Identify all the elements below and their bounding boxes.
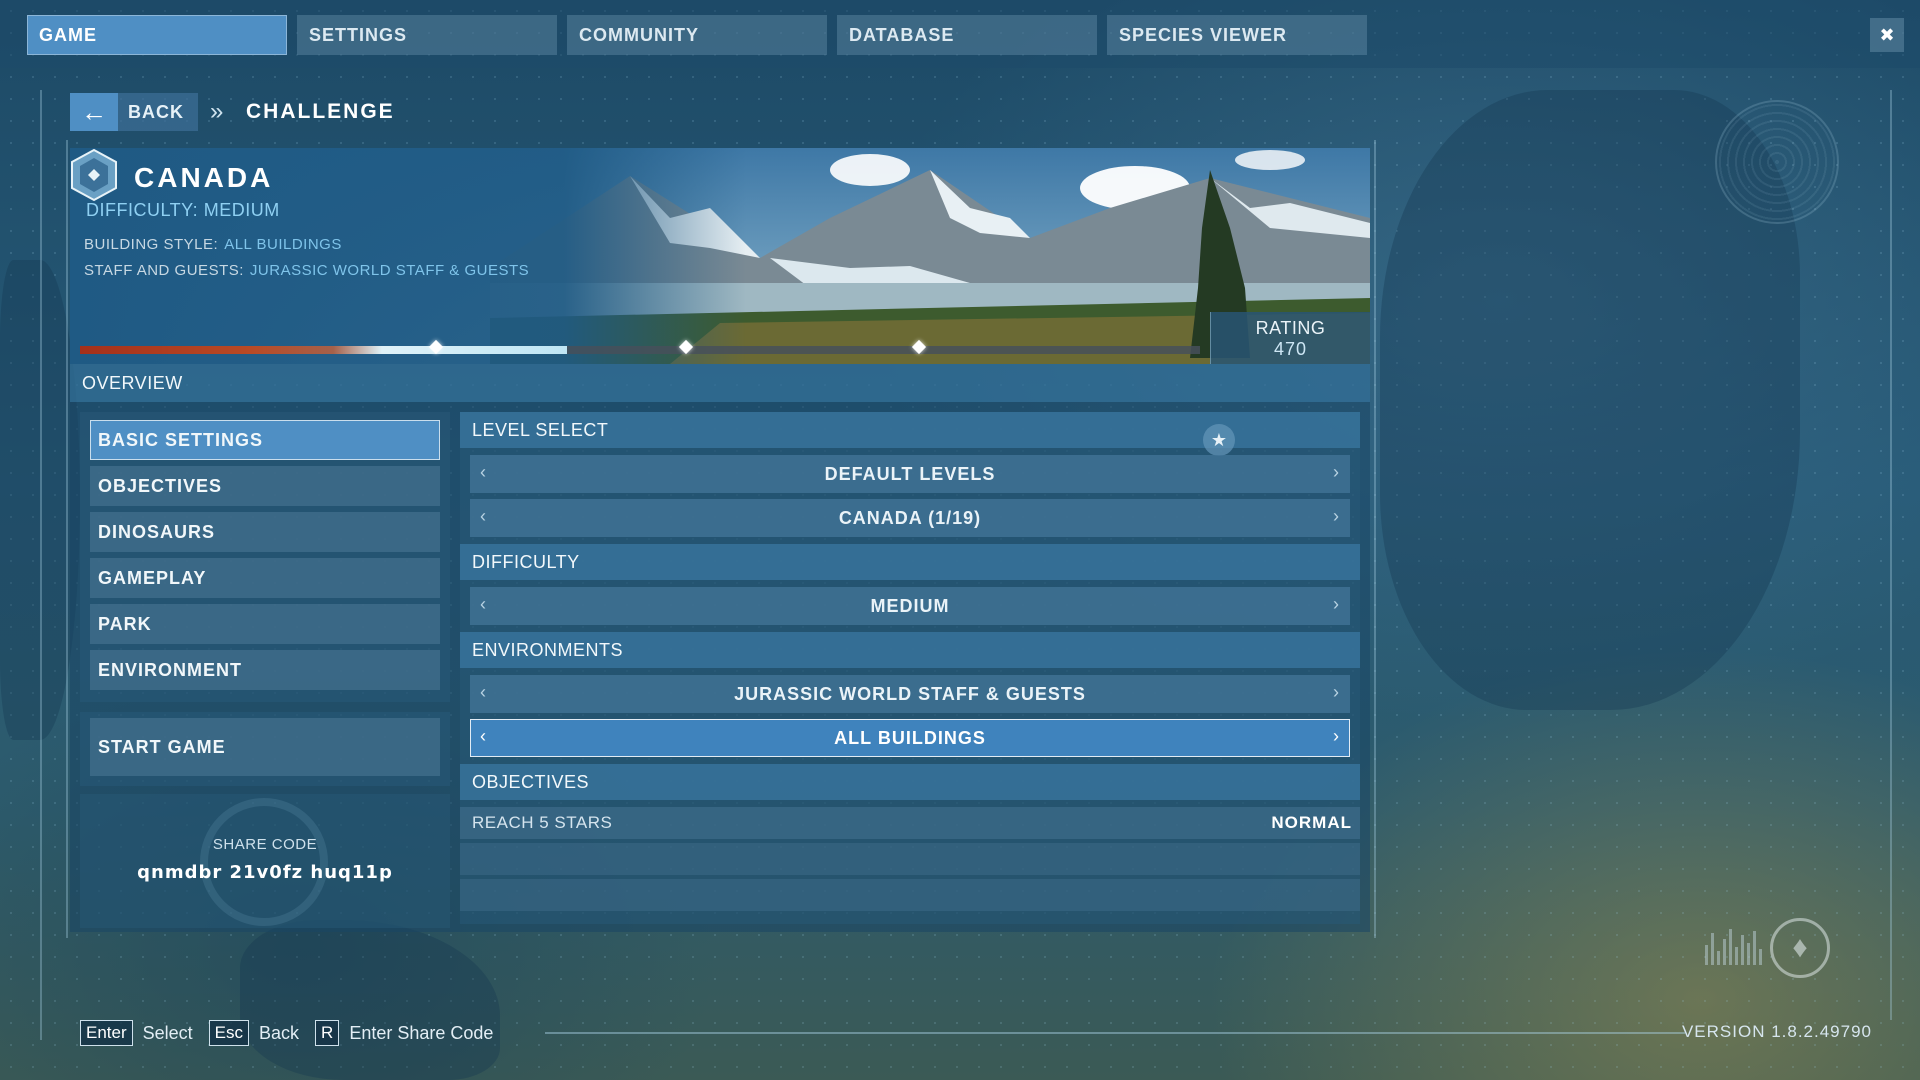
challenge-hero-banner: CANADA DIFFICULTY: MEDIUM BUILDING STYLE…	[70, 148, 1370, 364]
hint-back: Back	[259, 1022, 300, 1043]
hint-select: Select	[142, 1022, 193, 1043]
share-code-value[interactable]: qnmdbr 21v0fz huq11p	[80, 862, 450, 883]
menu-dinosaurs[interactable]: DINOSAURS	[90, 512, 440, 552]
difficulty-summary: DIFFICULTY: MEDIUM	[86, 200, 280, 221]
fingerprint-scanner-icon	[1715, 100, 1839, 224]
back-label: BACK	[128, 101, 184, 122]
difficulty-label: DIFFICULTY:	[86, 200, 199, 220]
frame-line	[66, 140, 68, 938]
objective-row-empty	[460, 843, 1360, 875]
chevron-right-icon[interactable]: ›	[1333, 726, 1340, 747]
menu-basic-settings[interactable]: BASIC SETTINGS	[90, 420, 440, 460]
staff-guests-value: JURASSIC WORLD STAFF & GUESTS	[249, 262, 530, 279]
progress-fill	[80, 346, 568, 354]
building-style-selector-value: ALL BUILDINGS	[834, 727, 986, 748]
frame-line	[1890, 90, 1892, 1020]
staff-guests-selector[interactable]: ‹ JURASSIC WORLD STAFF & GUESTS ›	[470, 675, 1350, 713]
double-chevron-right-icon: »	[210, 98, 224, 125]
challenge-progress-bar	[80, 339, 1200, 355]
rating-box: RATING 470	[1210, 312, 1370, 364]
collapse-arrows-icon[interactable]: ✖	[1870, 18, 1904, 52]
rating-label: RATING	[1255, 318, 1326, 338]
chevron-right-icon[interactable]: ›	[1333, 594, 1340, 615]
r-key-icon: R	[315, 1020, 340, 1046]
building-style-selector[interactable]: ‹ ALL BUILDINGS ›	[470, 719, 1350, 757]
back-button[interactable]: ← BACK	[70, 93, 198, 131]
tab-species-viewer[interactable]: SPECIES VIEWER	[1107, 15, 1367, 55]
enter-key-icon: Enter	[80, 1020, 133, 1046]
building-style-label: BUILDING STYLE:	[84, 236, 219, 253]
version-label: VERSION 1.8.2.49790	[1681, 1022, 1872, 1041]
staff-guests-summary: STAFF AND GUESTS: JURASSIC WORLD STAFF & …	[84, 262, 529, 279]
esc-key-icon: Esc	[208, 1020, 250, 1046]
chevron-left-icon[interactable]: ‹	[480, 726, 487, 747]
building-style-value: ALL BUILDINGS	[224, 236, 342, 253]
level-selector-value: DEFAULT LEVELS	[824, 463, 996, 484]
objective-level: NORMAL	[1271, 813, 1352, 832]
difficulty-value: MEDIUM	[203, 200, 280, 220]
staff-guests-label: STAFF AND GUESTS:	[84, 262, 244, 279]
frame-line	[1374, 140, 1376, 938]
menu-park[interactable]: PARK	[90, 604, 440, 644]
share-code-label: SHARE CODE	[212, 836, 318, 853]
building-style-summary: BUILDING STYLE: ALL BUILDINGS	[84, 236, 342, 253]
difficulty-selector-value: MEDIUM	[870, 595, 950, 616]
tab-game[interactable]: GAME	[27, 15, 287, 55]
chevron-right-icon[interactable]: ›	[1333, 682, 1340, 703]
objectives-header: OBJECTIVES	[460, 764, 1360, 800]
objective-row-empty	[460, 879, 1360, 911]
chevron-left-icon[interactable]: ‹	[480, 594, 487, 615]
footer-divider	[545, 1032, 1685, 1034]
level-selector-default[interactable]: ‹ DEFAULT LEVELS ›	[470, 455, 1350, 493]
hint-enter-share-code[interactable]: Enter Share Code	[349, 1023, 493, 1044]
frame-line	[40, 90, 42, 1040]
start-game-button[interactable]: START GAME	[90, 718, 440, 776]
jurassic-world-logo-icon: ♦	[1770, 918, 1830, 978]
overview-header: OVERVIEW	[70, 364, 1370, 402]
country-title: CANADA	[134, 162, 274, 193]
chevron-left-icon[interactable]: ‹	[480, 682, 487, 703]
rating-value: 470	[1273, 339, 1308, 359]
rank-hexagon-icon	[71, 148, 117, 202]
difficulty-selector[interactable]: ‹ MEDIUM ›	[470, 587, 1350, 625]
objective-row[interactable]: REACH 5 STARS NORMAL	[460, 807, 1360, 839]
chevron-right-icon[interactable]: ›	[1333, 462, 1340, 483]
level-selector-map[interactable]: ‹ CANADA (1/19) ›	[470, 499, 1350, 537]
page-title: CHALLENGE	[246, 100, 395, 123]
controls-hint-bar: Enter Select Esc Back R Enter Share Code	[80, 1020, 509, 1046]
chevron-left-icon[interactable]: ‹	[480, 506, 487, 527]
menu-environment[interactable]: ENVIRONMENT	[90, 650, 440, 690]
objective-name: REACH 5 STARS	[472, 813, 613, 832]
chevron-left-icon[interactable]: ‹	[480, 462, 487, 483]
top-nav-bar: GAME SETTINGS COMMUNITY DATABASE SPECIES…	[0, 0, 1920, 68]
difficulty-header: DIFFICULTY	[460, 544, 1360, 580]
tab-database[interactable]: DATABASE	[837, 15, 1097, 55]
background-map-land	[240, 920, 500, 1080]
menu-objectives[interactable]: OBJECTIVES	[90, 466, 440, 506]
menu-gameplay[interactable]: GAMEPLAY	[90, 558, 440, 598]
chevron-right-icon[interactable]: ›	[1333, 506, 1340, 527]
arrow-left-icon: ←	[70, 93, 118, 131]
tab-community[interactable]: COMMUNITY	[567, 15, 827, 55]
staff-guests-selector-value: JURASSIC WORLD STAFF & GUESTS	[734, 683, 1086, 704]
tab-settings[interactable]: SETTINGS	[297, 15, 557, 55]
environments-header: ENVIRONMENTS	[460, 632, 1360, 668]
star-icon: ★	[1203, 424, 1235, 456]
level-selector-value: CANADA (1/19)	[838, 507, 982, 528]
